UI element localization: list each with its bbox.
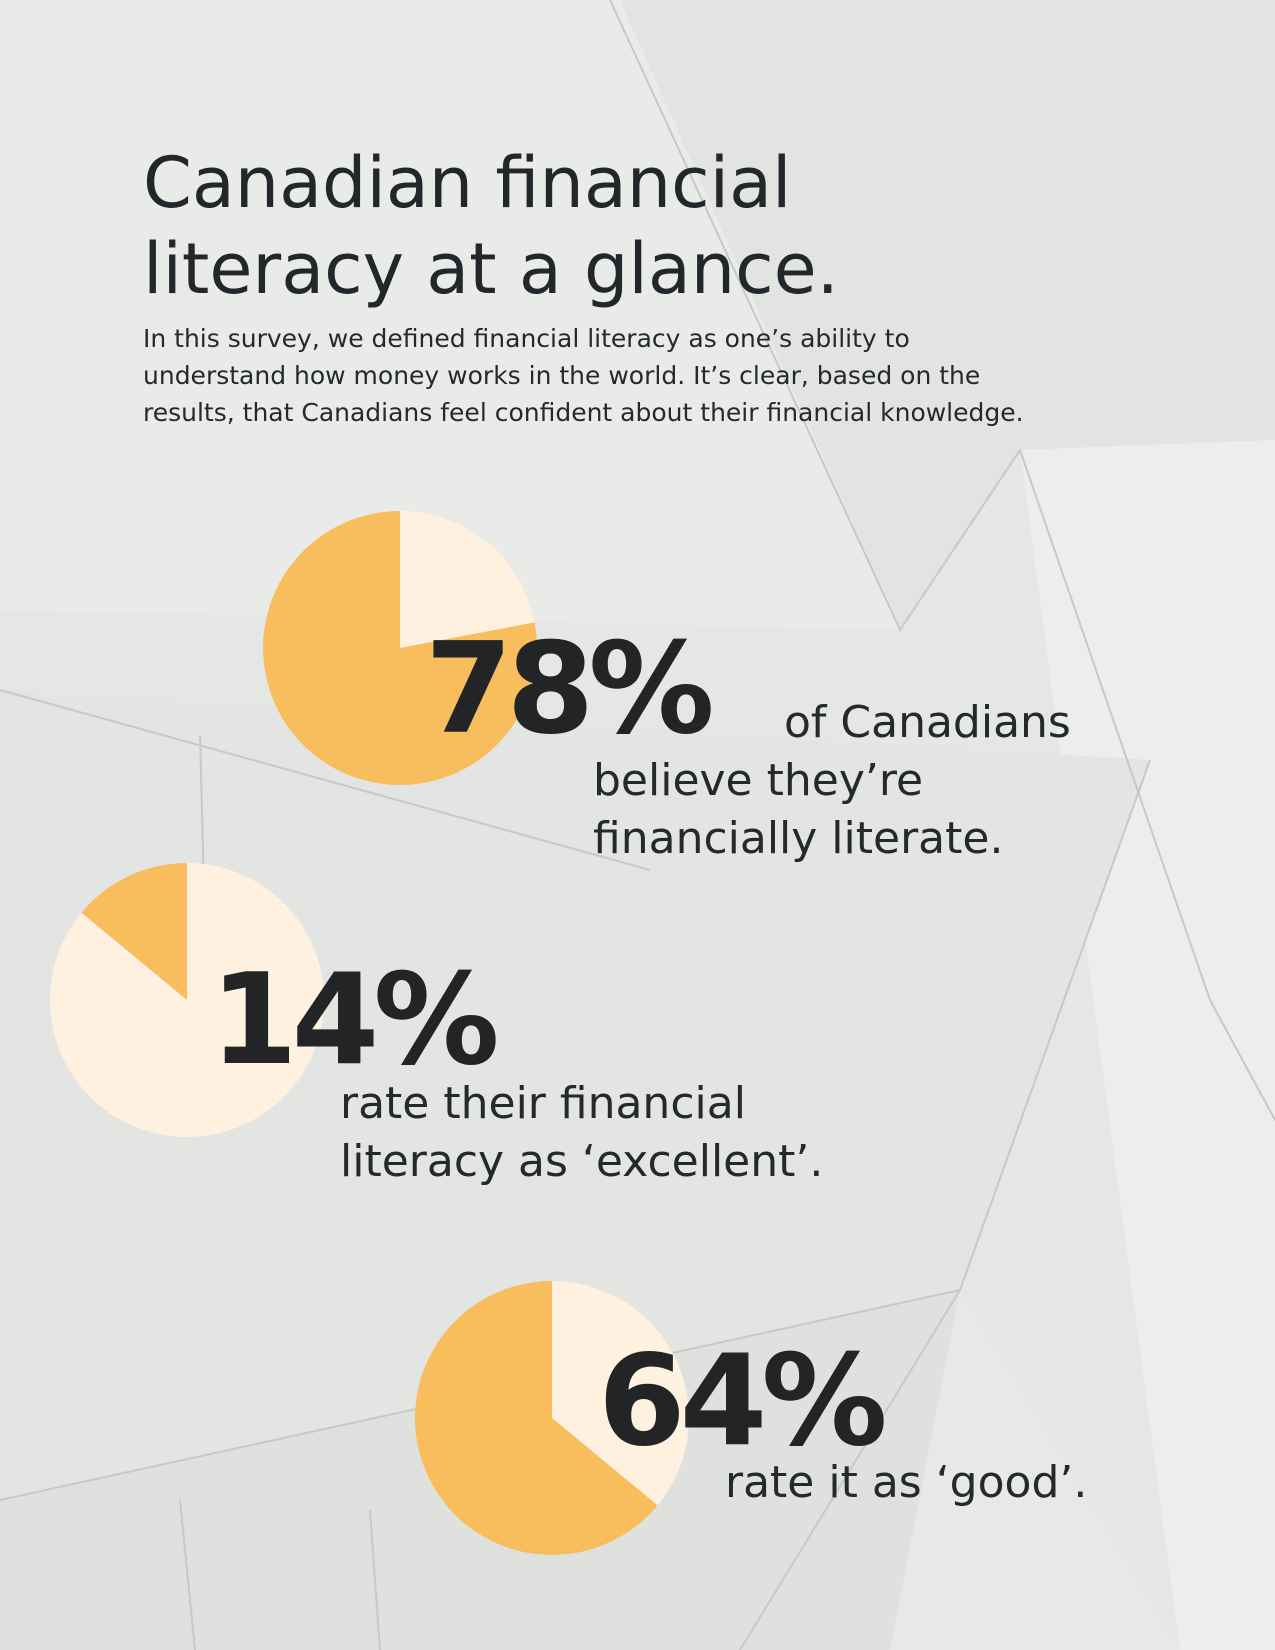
stat-value-14: 14%	[210, 946, 500, 1093]
title-line-2: literacy at a glance.	[143, 228, 839, 310]
page-title: Canadian financial literacy at a glance.	[143, 140, 1043, 312]
stat-caption-78-line-2: believe they’re	[593, 755, 924, 806]
stat-caption-78-line-3: financially literate.	[593, 813, 1004, 864]
intro-line: results, that Canadians feel confident a…	[143, 398, 1024, 427]
stat-caption-14-line-2: literacy as ‘excellent’.	[340, 1136, 824, 1187]
intro-line: understand how money works in the world.…	[143, 361, 981, 390]
stat-caption-64-line-1: rate it as ‘good’.	[725, 1457, 1088, 1508]
intro-line: In this survey, we defined financial lit…	[143, 324, 910, 353]
stat-caption-78-line-1: of Canadians	[784, 697, 1071, 748]
stat-value-64: 64%	[598, 1327, 888, 1474]
title-line-1: Canadian financial	[143, 142, 792, 224]
stat-value-78: 78%	[425, 615, 715, 762]
stat-caption-14-line-1: rate their financial	[340, 1078, 746, 1129]
intro-paragraph: In this survey, we defined financial lit…	[143, 320, 1243, 431]
